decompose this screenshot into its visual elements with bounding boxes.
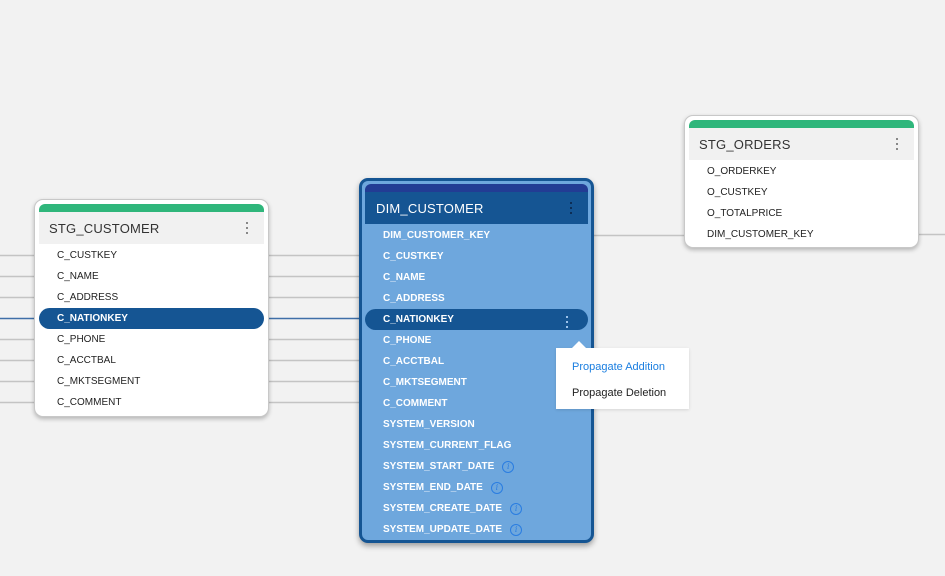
field-name: C_MKTSEGMENT xyxy=(57,376,141,387)
field-row[interactable]: C_NAME xyxy=(39,266,264,287)
field-name: SYSTEM_END_DATE xyxy=(383,482,483,493)
field-name: C_ACCTBAL xyxy=(57,355,116,366)
field-row[interactable]: DIM_CUSTOMER_KEY xyxy=(365,225,588,246)
field-row[interactable]: C_MKTSEGMENT xyxy=(39,371,264,392)
field-list: DIM_CUSTOMER_KEY C_CUSTKEY C_NAME C_ADDRESS… xyxy=(365,224,588,540)
field-name: C_COMMENT xyxy=(383,398,448,409)
more-options-icon[interactable] xyxy=(566,200,576,216)
field-name: C_PHONE xyxy=(57,334,106,345)
node-stg-orders[interactable]: STG_ORDERS O_ORDERKEY O_CUSTKEY O_TOTALPRI… xyxy=(684,115,919,248)
field-name: C_MKTSEGMENT xyxy=(383,377,467,388)
field-name: C_ADDRESS xyxy=(383,293,445,304)
field-row[interactable]: C_ACCTBAL xyxy=(365,351,588,372)
field-row[interactable]: C_NATIONKEY xyxy=(39,308,264,329)
field-name: C_COMMENT xyxy=(57,397,122,408)
node-title: STG_CUSTOMER xyxy=(49,220,160,236)
field-row[interactable]: DIM_CUSTOMER_KEY xyxy=(689,224,914,245)
field-name: C_ACCTBAL xyxy=(383,356,445,367)
field-name: C_NAME xyxy=(383,272,426,283)
node-title: DIM_CUSTOMER xyxy=(376,200,484,216)
node-status-bar xyxy=(365,184,588,192)
field-row[interactable]: C_COMMENT xyxy=(39,392,264,413)
node-title: STG_ORDERS xyxy=(699,136,791,152)
field-row[interactable]: O_TOTALPRICE xyxy=(689,203,914,224)
field-row[interactable]: C_COMMENT xyxy=(365,393,588,414)
node-header[interactable]: STG_ORDERS xyxy=(689,128,914,160)
field-row[interactable]: C_CUSTKEY xyxy=(365,246,588,267)
field-name: C_NATIONKEY xyxy=(57,313,128,324)
field-name: SYSTEM_UPDATE_DATE xyxy=(383,524,503,535)
field-name: SYSTEM_CURRENT_FLAG xyxy=(383,440,512,451)
field-row[interactable]: SYSTEM_END_DATE i xyxy=(365,477,588,498)
menu-item-propagate-addition[interactable]: Propagate Addition xyxy=(556,354,689,380)
node-status-bar xyxy=(39,204,264,212)
more-options-icon[interactable] xyxy=(242,220,252,236)
field-row[interactable]: C_PHONE xyxy=(39,329,264,350)
node-header[interactable]: STG_CUSTOMER xyxy=(39,212,264,244)
field-name: DIM_CUSTOMER_KEY xyxy=(707,229,814,240)
field-name: O_TOTALPRICE xyxy=(707,208,783,219)
field-row[interactable]: SYSTEM_CREATE_DATE i xyxy=(365,498,588,519)
field-name: C_ADDRESS xyxy=(57,292,119,303)
field-more-options-icon[interactable] xyxy=(562,314,572,330)
field-row[interactable]: O_ORDERKEY xyxy=(689,161,914,182)
field-name: C_NATIONKEY xyxy=(383,314,454,325)
field-row[interactable]: C_NATIONKEY xyxy=(365,309,588,330)
field-name: SYSTEM_CREATE_DATE xyxy=(383,503,503,514)
field-name: O_ORDERKEY xyxy=(707,166,777,177)
field-name: SYSTEM_VERSION xyxy=(383,419,475,430)
field-row[interactable]: C_ACCTBAL xyxy=(39,350,264,371)
field-row[interactable]: C_PHONE xyxy=(365,330,588,351)
field-row[interactable]: SYSTEM_VERSION xyxy=(365,414,588,435)
field-row[interactable]: C_CUSTKEY xyxy=(39,245,264,266)
field-name: DIM_CUSTOMER_KEY xyxy=(383,230,491,241)
field-row[interactable]: C_NAME xyxy=(365,267,588,288)
more-options-icon[interactable] xyxy=(892,136,902,152)
field-row[interactable]: O_CUSTKEY xyxy=(689,182,914,203)
field-row[interactable]: C_ADDRESS xyxy=(39,287,264,308)
diagram-canvas[interactable]: STG_CUSTOMER C_CUSTKEY C_NAME C_ADDRESS C_N… xyxy=(0,0,945,576)
node-header[interactable]: DIM_CUSTOMER xyxy=(365,192,588,224)
field-row[interactable]: SYSTEM_UPDATE_DATE i xyxy=(365,519,588,540)
info-icon[interactable]: i xyxy=(510,502,523,515)
field-name: C_CUSTKEY xyxy=(383,251,444,262)
field-row[interactable]: C_ADDRESS xyxy=(365,288,588,309)
field-name: SYSTEM_START_DATE xyxy=(383,461,495,472)
field-context-menu: Propagate Addition Propagate Deletion xyxy=(556,341,689,409)
menu-item-propagate-deletion[interactable]: Propagate Deletion xyxy=(556,380,689,406)
field-name: C_CUSTKEY xyxy=(57,250,118,261)
field-row[interactable]: SYSTEM_CURRENT_FLAG xyxy=(365,435,588,456)
field-list: O_ORDERKEY O_CUSTKEY O_TOTALPRICE DIM_CUSTO… xyxy=(689,160,914,245)
node-stg-customer[interactable]: STG_CUSTOMER C_CUSTKEY C_NAME C_ADDRESS C_N… xyxy=(34,199,269,417)
field-name: C_PHONE xyxy=(383,335,432,346)
field-list: C_CUSTKEY C_NAME C_ADDRESS C_NATIONKEY C_PHO… xyxy=(39,244,264,413)
field-row[interactable]: C_MKTSEGMENT xyxy=(365,372,588,393)
info-icon[interactable]: i xyxy=(510,523,523,536)
info-icon[interactable]: i xyxy=(490,481,503,494)
field-name: C_NAME xyxy=(57,271,99,282)
node-status-bar xyxy=(689,120,914,128)
info-icon[interactable]: i xyxy=(502,460,515,473)
field-row[interactable]: SYSTEM_START_DATE i xyxy=(365,456,588,477)
field-name: O_CUSTKEY xyxy=(707,187,768,198)
